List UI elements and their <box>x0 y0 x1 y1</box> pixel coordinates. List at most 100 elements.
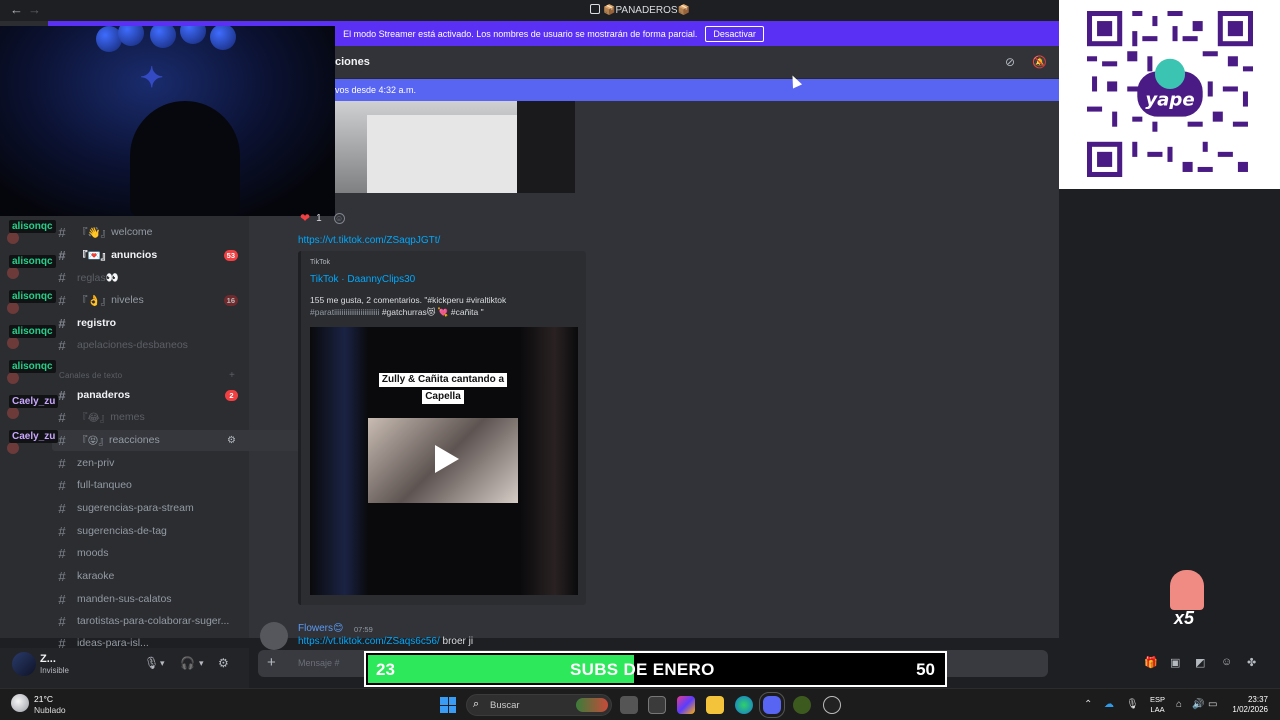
app-icon[interactable] <box>793 696 811 714</box>
channel-name: registro <box>77 317 117 329</box>
channel-name: tarotistas-para-colaborar-suger... <box>77 615 230 627</box>
channel-item[interactable]: # sugerencias-de-tag <box>56 521 242 541</box>
chat-username: Caely_zu <box>9 395 59 408</box>
weather-condition[interactable]: Nublado <box>34 705 66 715</box>
mute-notifications-icon[interactable]: 🔕 <box>1032 55 1047 69</box>
hash-icon: # <box>58 315 66 331</box>
volume-icon[interactable]: 🔊 <box>1192 699 1204 710</box>
sticker-icon[interactable]: ◩ <box>1195 656 1205 669</box>
user-avatar[interactable] <box>12 652 36 676</box>
battery-icon[interactable]: ▭ <box>1208 699 1217 710</box>
network-icon[interactable]: ⌂ <box>1176 699 1182 710</box>
tiktok-link[interactable]: https://vt.tiktok.com/ZSaqpJGTt/ <box>298 235 440 246</box>
user-name[interactable]: Z... <box>40 653 56 665</box>
channel-settings-icon[interactable]: ⚙ <box>227 435 236 446</box>
channel-item[interactable]: # 『👌』 niveles 16 <box>56 290 242 310</box>
channel-item[interactable]: # 『💌』 anuncios 53 <box>56 245 242 265</box>
channel-item[interactable]: # sugerencias-para-stream <box>56 498 242 518</box>
channel-item[interactable]: # reglas👀 <box>56 267 242 287</box>
channel-item[interactable]: # 『😂』 memes <box>56 407 242 427</box>
tray-mic-icon[interactable]: 🎙 <box>1126 699 1139 710</box>
gif-icon[interactable]: ▣ <box>1170 656 1180 669</box>
add-channel-icon[interactable]: + <box>229 370 235 381</box>
balloon-decoration <box>180 26 206 44</box>
embed-author[interactable]: TikTok · DaannyClips30 <box>310 274 415 285</box>
channel-item[interactable]: # full-tanqueo <box>56 475 242 495</box>
channel-item[interactable]: # karaoke <box>56 566 242 586</box>
heart-reaction-icon[interactable]: ❤ <box>300 211 310 225</box>
message-text: broer ji <box>442 636 474 647</box>
apps-icon[interactable]: ✤ <box>1247 656 1256 669</box>
channel-item[interactable]: # apelaciones-desbaneos <box>56 335 242 355</box>
neon-sign-image: ✦ <box>140 61 166 94</box>
store-icon[interactable] <box>648 696 666 714</box>
channel-item[interactable]: # manden-sus-calatos <box>56 589 242 609</box>
onedrive-icon[interactable]: ☁ <box>1104 699 1114 710</box>
task-view-icon[interactable] <box>620 696 638 714</box>
reaction-bar: ❤ 1 ☺ <box>300 210 345 226</box>
channel-item[interactable]: # tarotistas-para-colaborar-suger... <box>56 611 242 631</box>
chevron-down-icon[interactable]: ▾ <box>199 658 204 669</box>
chat-username: alisonqc <box>9 325 56 338</box>
channel-item[interactable]: # moods <box>56 543 242 563</box>
tiktok-embed: TikTok TikTok · DaannyClips30 155 me gus… <box>298 251 586 605</box>
hash-icon: # <box>58 568 66 584</box>
channel-item[interactable]: # zen-priv <box>56 453 242 473</box>
language-code: ESP <box>1150 695 1166 704</box>
chat-avatar <box>7 267 19 279</box>
composer-placeholder: Mensaje # <box>298 658 340 668</box>
file-explorer-icon[interactable] <box>706 696 724 714</box>
channel-item[interactable]: # 『😝』 reacciones ⚙ <box>56 430 242 450</box>
avatar[interactable] <box>260 622 288 650</box>
weather-icon[interactable] <box>11 694 29 712</box>
edge-browser-icon[interactable] <box>735 696 753 714</box>
channel-name: karaoke <box>77 570 115 582</box>
qr-brand-text: yape <box>1145 90 1194 111</box>
weather-temp[interactable]: 21°C <box>34 694 53 704</box>
language-indicator[interactable]: ESP LAA <box>1150 695 1165 715</box>
channel-item[interactable]: # panaderos 2 <box>56 385 242 405</box>
gift-icon[interactable]: 🎁 <box>1144 656 1158 669</box>
clock[interactable]: 23:37 1/02/2026 <box>1224 695 1268 715</box>
taskbar: 21°C Nublado ⌕ Buscar ⌃ ☁ 🎙 ESP LAA ⌂ 🔊 … <box>0 688 1280 720</box>
video-blur-right <box>520 327 578 595</box>
microphone-icon[interactable]: 🎙 <box>144 656 159 670</box>
tray-chevron-up-icon[interactable]: ⌃ <box>1084 699 1092 710</box>
hash-icon: # <box>58 613 66 629</box>
hash-icon: # <box>58 247 66 263</box>
embed-description: 155 me gusta, 2 comentarios. "#kickperu … <box>310 294 580 318</box>
emoji-icon[interactable]: ☺ <box>1221 656 1232 668</box>
add-attachment-icon[interactable]: + <box>267 654 276 671</box>
gear-icon[interactable]: ⚙ <box>218 656 229 670</box>
unread-badge: 2 <box>225 389 238 401</box>
chat-avatar <box>7 372 19 384</box>
image-attachment-shadow <box>517 101 575 193</box>
discord-icon[interactable] <box>759 692 785 718</box>
category-header[interactable]: Canales de texto + <box>59 370 235 381</box>
chevron-down-icon[interactable]: ▾ <box>160 658 165 669</box>
tiktok-link-2-url[interactable]: https://vt.tiktok.com/ZSaqs6c56/ <box>298 636 440 647</box>
channel-item[interactable]: # registro <box>56 313 242 333</box>
subs-current: 23 <box>376 660 395 679</box>
channel-name: moods <box>77 547 109 559</box>
obs-icon[interactable] <box>823 696 841 714</box>
play-icon[interactable] <box>426 441 462 477</box>
video-caption: Zully & Cañita cantando a Capella <box>368 370 518 404</box>
disable-streamer-mode-button[interactable]: Desactivar <box>705 25 764 42</box>
channel-name: reglas👀 <box>77 271 119 284</box>
add-reaction-icon[interactable]: ☺ <box>333 212 345 224</box>
embed-video[interactable]: Zully & Cañita cantando a Capella <box>310 327 578 595</box>
search-icon: ⌕ <box>473 698 480 710</box>
new-messages-bar[interactable]: vos desde 4:32 a.m. <box>335 79 1059 101</box>
channel-name: memes <box>110 411 145 423</box>
channel-item[interactable]: # 『👋』 welcome <box>56 222 242 242</box>
image-attachment[interactable] <box>335 101 575 193</box>
threads-icon[interactable]: ⊘ <box>1005 55 1015 69</box>
server-icon <box>590 4 601 14</box>
windows-start-icon[interactable] <box>440 697 456 713</box>
widgets-icon[interactable] <box>576 698 608 712</box>
headphones-icon[interactable]: 🎧 <box>180 656 195 670</box>
chat-username: alisonqc <box>9 290 56 303</box>
message-author[interactable]: Flowers😊 <box>298 623 343 634</box>
copilot-icon[interactable] <box>677 696 695 714</box>
